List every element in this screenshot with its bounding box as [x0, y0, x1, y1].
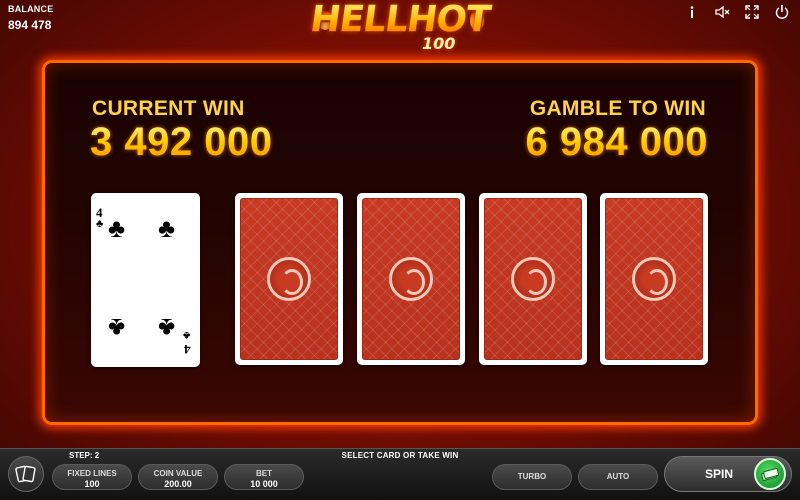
gamble-to-win-label: GAMBLE TO WIN — [529, 97, 706, 120]
logo-subtitle: 100 — [422, 34, 456, 53]
coin-value-control[interactable]: COIN VALUE 200.00 — [138, 464, 218, 490]
card-back-emblem-icon — [511, 257, 555, 301]
cards-icon — [15, 465, 36, 483]
money-stack-icon — [761, 468, 779, 481]
card-back-emblem-icon — [267, 257, 311, 301]
club-icon: ♣ — [183, 329, 191, 341]
fixed-lines-control[interactable]: FIXED LINES 100 — [52, 464, 132, 490]
club-icon: ♣ — [158, 313, 176, 343]
auto-button[interactable]: AUTO — [578, 464, 658, 490]
balance-value: 894 478 — [8, 18, 52, 32]
club-icon: ♣ — [108, 313, 126, 343]
info-icon[interactable] — [684, 4, 700, 20]
dealer-card: 4 ♣ ♣ ♣ ♣ ♣ ♣ 4 — [91, 193, 200, 367]
logo-title: HELLHOT — [297, 0, 503, 40]
face-down-card-2[interactable] — [357, 193, 465, 365]
face-down-card-4[interactable] — [600, 193, 708, 365]
card-back-emblem-icon — [389, 257, 433, 301]
bet-label: BET — [256, 469, 272, 478]
card-back-emblem-icon — [632, 257, 676, 301]
sound-off-icon[interactable] — [714, 4, 730, 20]
game-logo: HELLHOT 100 — [300, 0, 500, 58]
gamble-to-win-value: 6 984 000 — [525, 120, 708, 164]
fullscreen-icon[interactable] — [744, 4, 760, 20]
current-win-value: 3 492 000 — [90, 120, 273, 164]
top-toolbar — [684, 4, 790, 20]
club-icon: ♣ — [158, 213, 176, 243]
coin-value-label: COIN VALUE — [153, 469, 203, 478]
gamble-step: STEP: 2 — [69, 451, 100, 460]
current-win-label: CURRENT WIN — [92, 97, 245, 120]
face-down-card-1[interactable] — [235, 193, 343, 365]
fixed-lines-label: FIXED LINES — [67, 469, 117, 478]
bet-value: 10 000 — [250, 479, 278, 489]
turbo-button[interactable]: TURBO — [492, 464, 572, 490]
card-rank-bottom: 4 — [184, 342, 191, 357]
club-icon: ♣ — [108, 213, 126, 243]
fixed-lines-value: 100 — [84, 479, 100, 489]
face-down-card-3[interactable] — [479, 193, 587, 365]
paytable-button[interactable] — [8, 456, 44, 492]
balance-display: BALANCE 894 478 — [8, 4, 53, 32]
bet-control[interactable]: BET 10 000 — [224, 464, 304, 490]
club-icon: ♣ — [96, 218, 104, 230]
take-win-icon[interactable] — [754, 458, 786, 490]
balance-label: BALANCE — [8, 4, 54, 14]
power-icon[interactable] — [774, 4, 790, 20]
coin-value-value: 200.00 — [164, 479, 192, 489]
